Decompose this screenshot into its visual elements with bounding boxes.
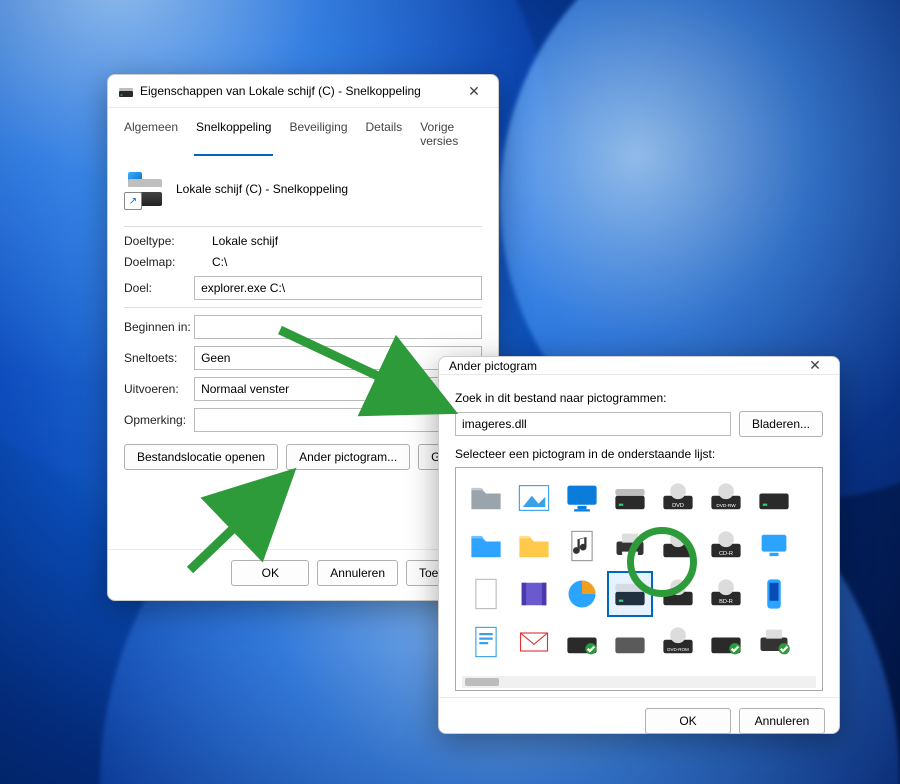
- close-icon[interactable]: ✕: [460, 83, 488, 100]
- icon-music-file[interactable]: [559, 523, 605, 569]
- change-icon-dialog: Ander pictogram ✕ Zoek in dit bestand na…: [438, 356, 840, 734]
- icon-printer-check[interactable]: [751, 619, 797, 665]
- icon-monitor-small[interactable]: [751, 523, 797, 569]
- dialog-title: Ander pictogram: [449, 359, 801, 373]
- browse-button[interactable]: Bladeren...: [739, 411, 823, 437]
- icon-chart[interactable]: [559, 571, 605, 617]
- svg-text:DVD-ROM: DVD-ROM: [667, 647, 689, 652]
- svg-text:CD-R: CD-R: [719, 551, 733, 557]
- beginnen-label: Beginnen in:: [124, 320, 194, 334]
- doel-input[interactable]: [194, 276, 482, 300]
- dialog-content: Zoek in dit bestand naar pictogrammen: B…: [439, 375, 839, 697]
- icon-dvd-drive[interactable]: DVD: [655, 475, 701, 521]
- doel-label: Doel:: [124, 281, 194, 295]
- list-label: Selecteer een pictogram in de onderstaan…: [455, 447, 823, 461]
- separator: [124, 307, 482, 308]
- change-icon-button[interactable]: Ander pictogram...: [286, 444, 410, 470]
- opmerking-label: Opmerking:: [124, 413, 194, 427]
- shortcut-arrow-icon: ↗: [124, 192, 142, 210]
- cancel-button[interactable]: Annuleren: [317, 560, 398, 586]
- icon-folder-yellow[interactable]: [511, 523, 557, 569]
- icon-video-file[interactable]: [511, 571, 557, 617]
- icon-mail[interactable]: [511, 619, 557, 665]
- icon-drive[interactable]: [607, 475, 653, 521]
- titlebar[interactable]: Ander pictogram ✕: [439, 357, 839, 375]
- tab-beveiliging[interactable]: Beveiliging: [287, 116, 349, 156]
- icon-local-disk[interactable]: [607, 571, 653, 617]
- titlebar[interactable]: Eigenschappen van Lokale schijf (C) - Sn…: [108, 75, 498, 108]
- icon-blank-doc[interactable]: [463, 571, 509, 617]
- ok-button[interactable]: OK: [645, 708, 731, 734]
- icon-picture[interactable]: [511, 475, 557, 521]
- tab-details[interactable]: Details: [364, 116, 405, 156]
- icon-monitor[interactable]: [559, 475, 605, 521]
- tab-vorige-versies[interactable]: Vorige versies: [418, 116, 484, 156]
- icon-dvd-rw-drive[interactable]: DVD-RW: [703, 475, 749, 521]
- icon-phone[interactable]: [751, 571, 797, 617]
- icon-cd-drive[interactable]: [655, 523, 701, 569]
- scrollbar-thumb[interactable]: [465, 678, 499, 686]
- uitvoeren-label: Uitvoeren:: [124, 382, 194, 396]
- icon-folder-blue[interactable]: [463, 523, 509, 569]
- doeltype-label: Doeltype:: [124, 234, 212, 248]
- icon-bdr-drive[interactable]: BD-R: [703, 571, 749, 617]
- dialog-footer: OK Annuleren: [439, 697, 839, 748]
- icon-bd-drive[interactable]: [655, 571, 701, 617]
- shortcut-drive-icon: ↗: [128, 172, 162, 206]
- sneltoets-label: Sneltoets:: [124, 351, 194, 365]
- heading-text: Lokale schijf (C) - Snelkoppeling: [176, 182, 348, 196]
- icon-file-input[interactable]: [455, 412, 731, 436]
- icon-folder-grey[interactable]: [463, 475, 509, 521]
- close-icon[interactable]: ✕: [801, 357, 829, 374]
- icon-dvd-rom[interactable]: DVD-ROM: [655, 619, 701, 665]
- ok-button[interactable]: OK: [231, 560, 309, 586]
- icon-drive-grey[interactable]: [607, 619, 653, 665]
- search-label: Zoek in dit bestand naar pictogrammen:: [455, 391, 823, 405]
- svg-text:DVD: DVD: [672, 503, 684, 509]
- beginnen-input[interactable]: [194, 315, 482, 339]
- doelmap-value: C:\: [212, 255, 482, 269]
- svg-text:BD-R: BD-R: [719, 599, 733, 605]
- dialog-title: Eigenschappen van Lokale schijf (C) - Sn…: [140, 84, 460, 98]
- tab-snelkoppeling[interactable]: Snelkoppeling: [194, 116, 273, 156]
- icon-cdr-drive[interactable]: CD-R: [703, 523, 749, 569]
- icon-list[interactable]: DVD DVD-RW CD-R BD-R: [455, 467, 823, 691]
- tab-strip: Algemeen Snelkoppeling Beveiliging Detai…: [108, 108, 498, 156]
- doeltype-value: Lokale schijf: [212, 234, 482, 248]
- icon-drive-check[interactable]: [559, 619, 605, 665]
- separator: [124, 226, 482, 227]
- icon-drive-dark[interactable]: [751, 475, 797, 521]
- open-file-location-button[interactable]: Bestandslocatie openen: [124, 444, 278, 470]
- icon-text-doc[interactable]: [463, 619, 509, 665]
- svg-text:DVD-RW: DVD-RW: [716, 503, 736, 509]
- horizontal-scrollbar[interactable]: [462, 676, 816, 688]
- doelmap-label: Doelmap:: [124, 255, 212, 269]
- icon-drive-check2[interactable]: [703, 619, 749, 665]
- drive-icon: [118, 83, 134, 99]
- tab-algemeen[interactable]: Algemeen: [122, 116, 180, 156]
- icon-printer[interactable]: [607, 523, 653, 569]
- cancel-button[interactable]: Annuleren: [739, 708, 825, 734]
